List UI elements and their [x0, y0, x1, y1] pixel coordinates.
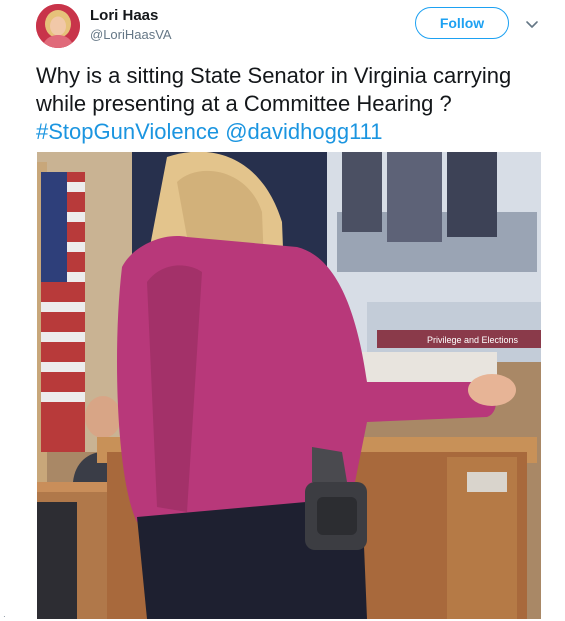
follow-button[interactable]: Follow [415, 7, 509, 39]
user-handle[interactable]: @LoriHaasVA [90, 27, 172, 42]
chevron-down-icon[interactable] [524, 16, 540, 32]
avatar-image [36, 4, 80, 48]
hashtag-link[interactable]: #StopGunViolence [36, 119, 219, 144]
tweet-photo[interactable]: Privilege and Elections [37, 152, 541, 619]
display-name[interactable]: Lori Haas [90, 7, 158, 24]
screen-caption: Privilege and Elections [427, 335, 519, 345]
photo-illustration: Privilege and Elections [37, 152, 541, 619]
mention-link[interactable]: @davidhogg111 [225, 119, 382, 144]
tweet-text: Why is a sitting State Senator in Virgin… [36, 62, 551, 146]
avatar[interactable] [36, 4, 80, 48]
footer-mark: · [3, 612, 6, 621]
tweet-body: Why is a sitting State Senator in Virgin… [36, 63, 512, 116]
